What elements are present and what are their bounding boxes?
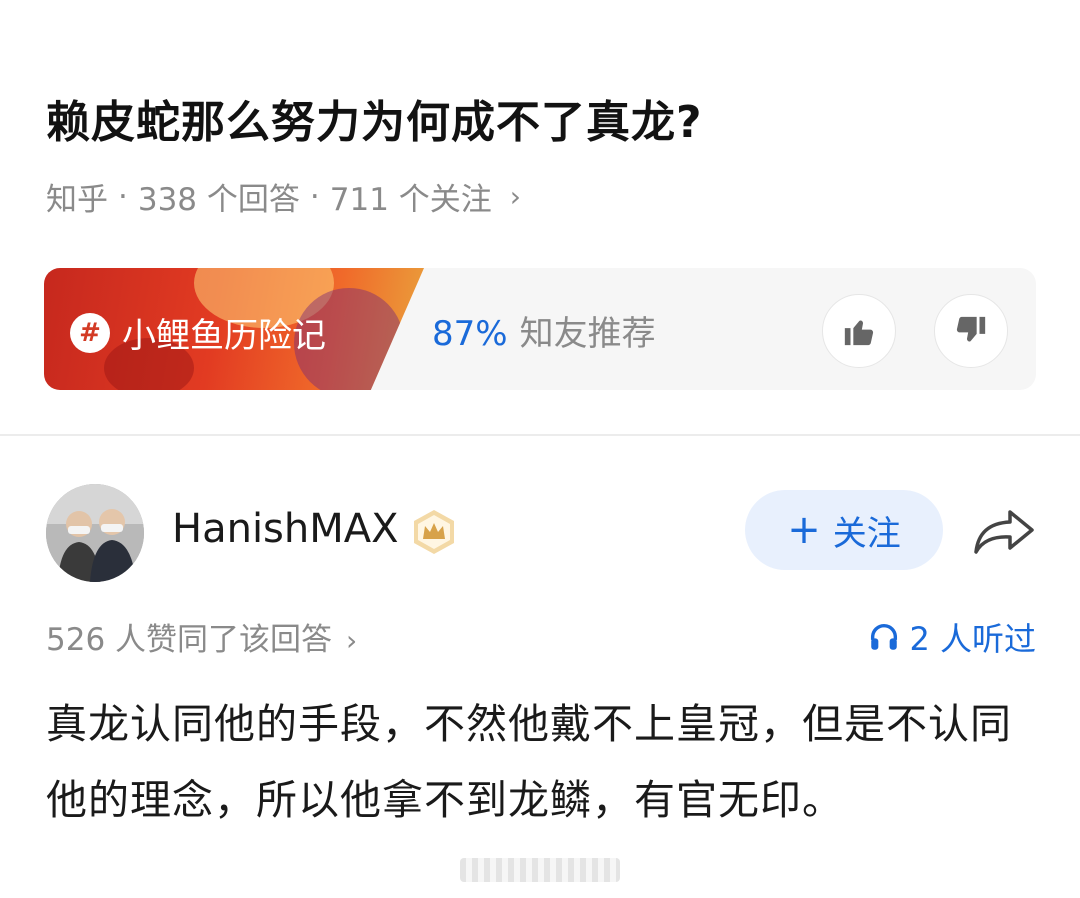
recommend-rate: 87% 知友推荐 — [432, 306, 656, 355]
topic-card[interactable]: # 小鲤鱼历险记 87% 知友推荐 — [44, 268, 1036, 390]
topic-tag[interactable]: # 小鲤鱼历险记 — [70, 308, 326, 357]
recommend-label: 知友推荐 — [519, 314, 656, 354]
answer-body: 真龙认同他的手段，不然他戴不上皇冠，但是不认同他的理念，所以他拿不到龙鳞，有官无… — [46, 700, 1012, 824]
follow-label: 关注 — [832, 513, 901, 554]
follower-count: 711 个关注 — [329, 182, 492, 218]
topic-tag-label: 小鲤鱼历险记 — [122, 316, 326, 356]
avatar-photo — [46, 484, 144, 582]
listen-label: 2 人听过 — [909, 620, 1036, 658]
share-icon[interactable] — [972, 506, 1036, 556]
headphones-icon — [871, 624, 898, 650]
likes-summary[interactable]: 526 人赞同了该回答 › — [46, 614, 357, 659]
chevron-right-icon: › — [346, 624, 358, 657]
crown-badge-icon — [414, 510, 454, 554]
follow-button[interactable]: + 关注 — [745, 490, 943, 570]
section-divider — [0, 434, 1080, 436]
recommend-percent: 87% — [432, 314, 508, 354]
avatar[interactable] — [46, 484, 144, 582]
listen-count[interactable]: 2 人听过 — [867, 614, 1036, 660]
thumbs-up-button[interactable] — [822, 294, 896, 368]
author-name[interactable]: HanishMAX — [172, 506, 399, 552]
thumbs-down-button[interactable] — [934, 294, 1008, 368]
meta-separator: · — [309, 178, 320, 215]
plus-icon: + — [787, 507, 821, 553]
question-meta[interactable]: 知乎 · 338 个回答 · 711 个关注 › — [46, 174, 521, 219]
thumbs-down-icon — [956, 316, 986, 342]
source-label: 知乎 — [46, 182, 108, 218]
likes-count: 526 人赞同了该回答 — [46, 622, 333, 658]
bottom-watermark — [460, 858, 620, 882]
chevron-right-icon: › — [509, 180, 521, 213]
meta-separator: · — [118, 178, 128, 215]
thumbs-up-icon — [844, 320, 874, 346]
question-title: 赖皮蛇那么努力为何成不了真龙? — [46, 97, 703, 148]
hash-icon: # — [70, 312, 110, 353]
answer-count: 338 个回答 — [137, 182, 300, 218]
